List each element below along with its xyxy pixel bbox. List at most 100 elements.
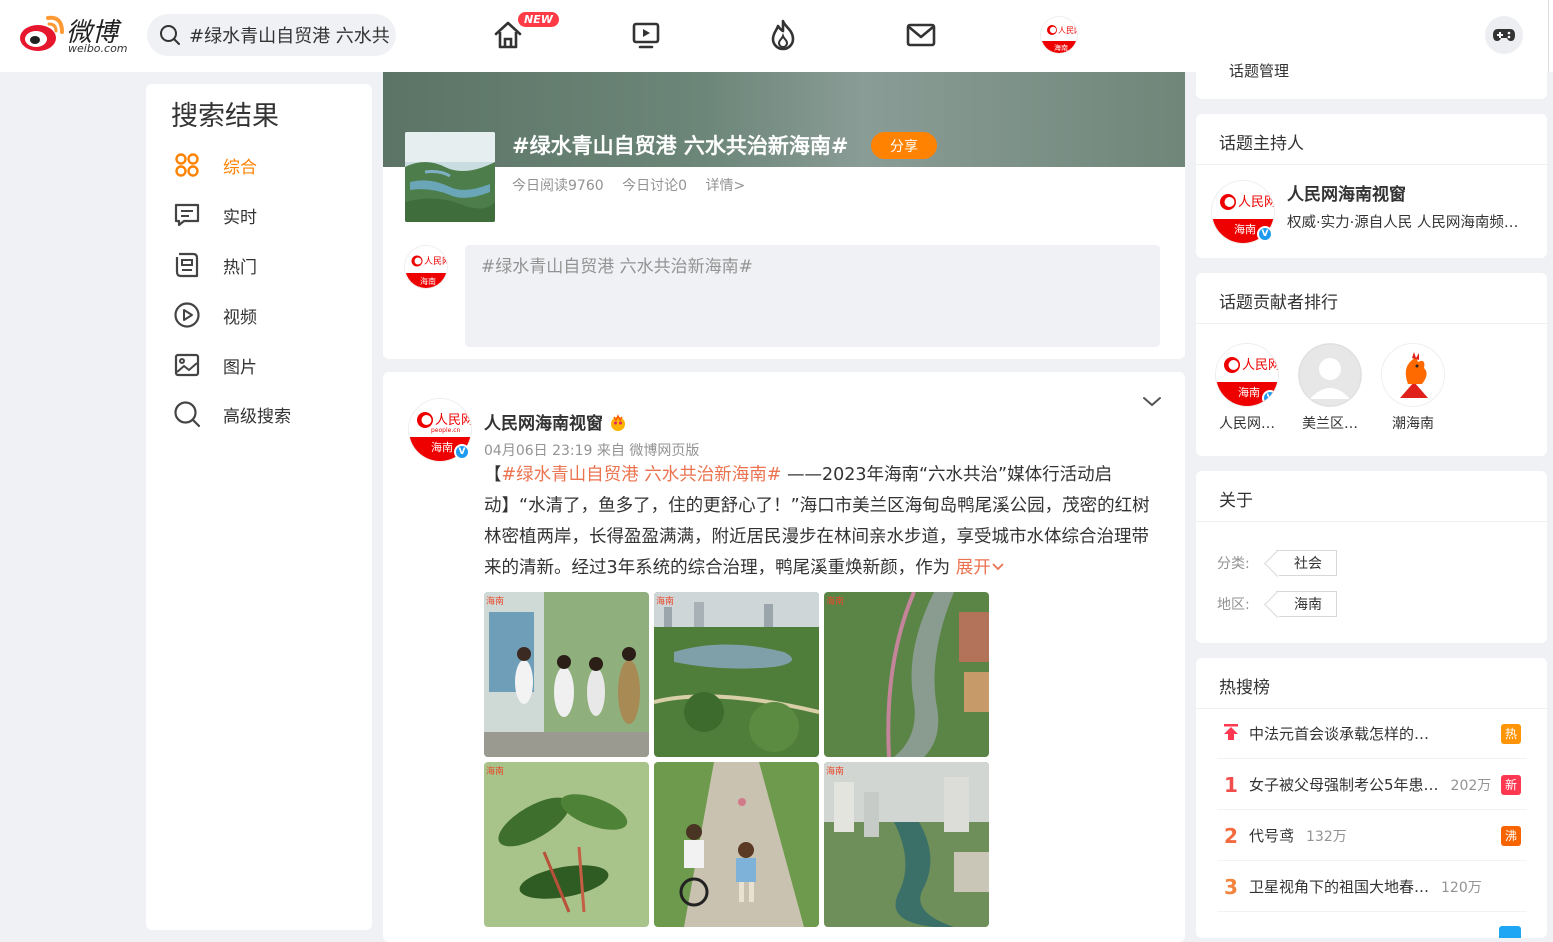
- nav-video[interactable]: [629, 18, 663, 52]
- post-author-name[interactable]: 人民网海南视窗: [484, 409, 627, 434]
- region-value: 海南: [1294, 597, 1322, 613]
- hot-rank: 1: [1224, 772, 1238, 797]
- post-image-6[interactable]: 海南: [824, 762, 989, 927]
- aerial-river-image: 海南: [824, 592, 989, 757]
- video-icon: [632, 22, 660, 49]
- mangrove-leaves-image: 海南: [484, 762, 649, 927]
- contributor-avatar: 人民网 海南 V: [1215, 343, 1279, 407]
- hot-rank: 3: [1224, 874, 1238, 899]
- topic-thumbnail: [405, 132, 495, 222]
- image-watermark: 海南: [486, 765, 504, 777]
- topic-details-link[interactable]: 详情>: [705, 178, 745, 194]
- post-author-avatar[interactable]: 人民网 people.cn 海南 V: [408, 398, 472, 462]
- children-on-path-image: [654, 762, 819, 927]
- verified-icon: V: [454, 444, 470, 460]
- region-tag[interactable]: 海南: [1276, 591, 1337, 617]
- sidebar-item-label: 高级搜索: [223, 406, 291, 427]
- sidebar-item-advanced-search[interactable]: 高级搜索: [171, 394, 351, 434]
- category-tag[interactable]: 社会: [1276, 550, 1337, 576]
- hot-search-row[interactable]: 1 女子被父母强制考公5年患… 202万 新: [1217, 760, 1527, 810]
- post-image-5[interactable]: [654, 762, 819, 927]
- sidebar-item-hot[interactable]: 热门: [171, 245, 351, 285]
- hot-search-row[interactable]: 2 代号鸢 132万 沸: [1217, 811, 1527, 861]
- hot-docs-icon: [171, 249, 203, 281]
- post-image-4[interactable]: 海南: [484, 762, 649, 927]
- post-image-2[interactable]: 海南: [654, 592, 819, 757]
- sidebar-item-images[interactable]: 图片: [171, 345, 351, 385]
- logo-domain: weibo.com: [68, 42, 128, 55]
- scroll-divider: [1548, 0, 1549, 72]
- hot-search-count: 132万: [1306, 828, 1347, 845]
- post-image-1[interactable]: 海南: [484, 592, 649, 757]
- hot-search-count: 120万: [1441, 879, 1482, 896]
- search-box[interactable]: [147, 14, 396, 56]
- sidebar-item-label: 实时: [223, 207, 257, 228]
- people-daily-logo-icon: 人民网 海南: [405, 246, 448, 288]
- chevron-down-icon[interactable]: [1141, 393, 1163, 409]
- sidebar-item-realtime[interactable]: 实时: [171, 195, 351, 235]
- verified-icon: V: [1257, 226, 1273, 242]
- boiling-badge: 沸: [1501, 825, 1521, 846]
- search-result-sidebar: 搜索结果 综合 实时 热门 视频 图片 高级搜索: [146, 84, 372, 930]
- image-watermark: 海南: [656, 595, 674, 607]
- post-text: 【#绿水青山自贸港 六水共治新海南# ——2023年海南“六水共治”媒体行活动启…: [484, 460, 1160, 584]
- hot-icon: [771, 19, 795, 51]
- nav-messages[interactable]: [904, 18, 938, 52]
- avatar-region-text: 海南: [1054, 43, 1068, 52]
- card-title: 热搜榜: [1219, 678, 1270, 698]
- today-reads: 今日阅读9760: [512, 178, 604, 194]
- contributor-item[interactable]: 潮海南: [1380, 343, 1446, 433]
- post-composer[interactable]: #绿水青山自贸港 六水共治新海南#: [465, 245, 1160, 347]
- post-topic-tag[interactable]: #绿水青山自贸港 六水共治新海南#: [502, 465, 782, 485]
- nav-hot[interactable]: [766, 18, 800, 52]
- hot-search-row[interactable]: 3 卫星视角下的祖国大地春… 120万: [1217, 862, 1527, 912]
- aerial-park-image: 海南: [654, 592, 819, 757]
- expand-text: 展开: [955, 558, 991, 578]
- share-button[interactable]: 分享: [871, 132, 937, 159]
- sidebar-item-video[interactable]: 视频: [171, 295, 351, 335]
- image-watermark: 海南: [826, 595, 844, 607]
- sidebar-item-label: 视频: [223, 307, 257, 328]
- avatar-region-text: 海南: [420, 276, 436, 286]
- hot-search-row[interactable]: 中法元首会谈承载怎样的期待 热: [1217, 709, 1527, 759]
- hot-search-title: 女子被父母强制考公5年患…: [1249, 776, 1439, 794]
- topic-contributors-card: 话题贡献者排行 人民网 海南 V 人民网… 美兰区… 潮海南: [1196, 273, 1547, 456]
- game-button[interactable]: [1485, 16, 1523, 54]
- people-daily-logo-icon: 人民网 海南: [1041, 17, 1077, 53]
- search-input[interactable]: [189, 24, 389, 46]
- contributor-item[interactable]: 人民网 海南 V 人民网…: [1214, 343, 1280, 433]
- image-watermark: 海南: [486, 595, 504, 607]
- expand-link[interactable]: 展开: [956, 558, 1005, 578]
- avatar-region-text: 海南: [431, 440, 453, 454]
- post-image-3[interactable]: 海南: [824, 592, 989, 757]
- card-title: 关于: [1219, 491, 1253, 511]
- hot-rank: 2: [1224, 823, 1238, 848]
- profile-avatar: 人民网 海南: [1040, 16, 1078, 54]
- sidebar-title: 搜索结果: [171, 101, 279, 132]
- realtime-icon: [171, 199, 203, 231]
- contributor-item[interactable]: 美兰区…: [1297, 343, 1363, 433]
- nav-profile-avatar[interactable]: 人民网 海南: [1039, 15, 1079, 55]
- region-label: 地区:: [1217, 597, 1250, 613]
- category-value: 社会: [1294, 556, 1322, 572]
- avatar-brand-text: 人民网: [1242, 358, 1279, 373]
- avatar-region-text: 海南: [1234, 222, 1256, 236]
- contributor-name: 人民网…: [1219, 416, 1275, 432]
- play-icon: [171, 299, 203, 331]
- default-avatar-icon: [1298, 343, 1362, 407]
- host-name[interactable]: 人民网海南视窗: [1287, 180, 1406, 205]
- avatar-region-text: 海南: [1238, 385, 1260, 399]
- avatar-brand-text: 人民网: [435, 413, 472, 428]
- new-badge: NEW: [518, 12, 559, 27]
- sidebar-item-comprehensive[interactable]: 综合: [171, 145, 351, 185]
- host-avatar[interactable]: 人民网 海南 V: [1211, 180, 1275, 244]
- sidebar-item-label: 图片: [223, 357, 257, 378]
- avatar-brand-text: 人民网: [424, 256, 448, 267]
- aerial-city-river-image: 海南: [824, 762, 989, 927]
- topic-management-link[interactable]: 话题管理: [1229, 60, 1289, 81]
- chevron-down-icon: [992, 563, 1004, 571]
- weibo-logo[interactable]: 微博 weibo.com: [18, 12, 133, 58]
- search-icon: [160, 25, 180, 45]
- image-icon: [171, 349, 203, 381]
- lake-landscape-image: [405, 132, 495, 222]
